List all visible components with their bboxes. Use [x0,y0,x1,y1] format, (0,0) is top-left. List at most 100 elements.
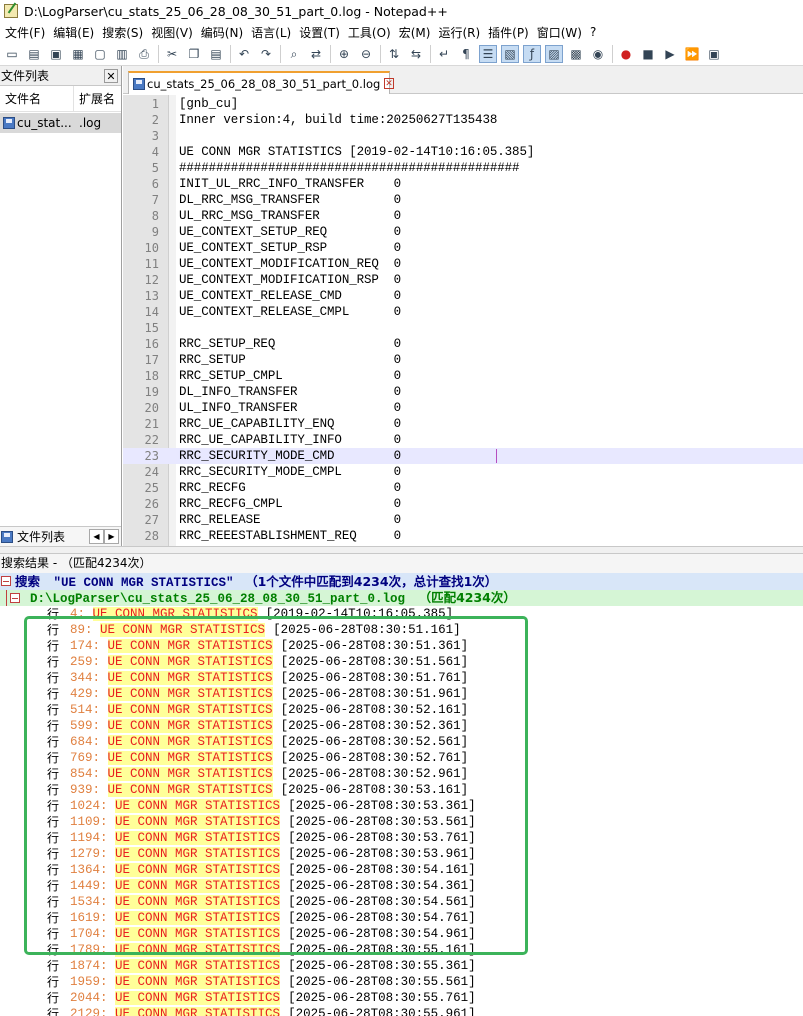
file-list-close-button[interactable]: ✕ [104,68,118,83]
stop-macro-icon[interactable]: ■ [639,45,657,63]
word-wrap-icon[interactable]: ↵ [435,45,453,63]
search-result-row[interactable]: 行 259: UE CONN MGR STATISTICS [2025-06-28T… [0,654,803,670]
search-result-row[interactable]: 行 1874: UE CONN MGR STATISTICS [2025-06-28… [0,958,803,974]
search-file-row[interactable]: D:\LogParser\cu_stats_25_06_28_08_30_51_… [0,590,803,606]
menu-item-7[interactable]: 工具(O) [347,24,398,41]
search-result-row[interactable]: 行 684: UE CONN MGR STATISTICS [2025-06-28T… [0,734,803,750]
code-line[interactable]: 18 RRC_SETUP_CMPL 0 [123,368,803,384]
menu-item-5[interactable]: 语言(L) [250,24,298,41]
copy-icon[interactable]: ❐ [185,45,203,63]
sync-horizontal-icon[interactable]: ⇆ [407,45,425,63]
close-all-icon[interactable]: ▥ [113,45,131,63]
search-result-row[interactable]: 行 1789: UE CONN MGR STATISTICS [2025-06-28… [0,942,803,958]
column-header-filename[interactable]: 文件名 [0,86,74,111]
cut-icon[interactable]: ✂ [163,45,181,63]
code-line[interactable]: 28 RRC_REEESTABLISHMENT_REQ 0 [123,528,803,544]
file-list-tab[interactable]: 文件列表 ◀ ▶ [0,526,121,546]
record-macro-icon[interactable]: ● [617,45,635,63]
find-icon[interactable]: ⌕ [285,45,303,63]
close-icon[interactable]: ▢ [91,45,109,63]
menu-item-3[interactable]: 视图(V) [150,24,200,41]
monitoring-icon[interactable]: ▩ [567,45,585,63]
code-line[interactable]: 17 RRC_SETUP 0 [123,352,803,368]
code-line[interactable]: 23 RRC_SECURITY_MODE_CMD 0 [123,448,803,464]
code-line[interactable]: 15 [123,320,803,336]
search-result-row[interactable]: 行 1364: UE CONN MGR STATISTICS [2025-06-28… [0,862,803,878]
document-tab[interactable]: cu_stats_25_06_28_08_30_51_part_0.log ✕ [128,71,394,94]
code-line[interactable]: 12 UE_CONTEXT_MODIFICATION_RSP 0 [123,272,803,288]
save-icon[interactable]: ▣ [47,45,65,63]
redo-icon[interactable]: ↷ [257,45,275,63]
menu-item-1[interactable]: 编辑(E) [52,24,101,41]
search-result-row[interactable]: 行 1619: UE CONN MGR STATISTICS [2025-06-28… [0,910,803,926]
menu-item-11[interactable]: 窗口(W) [536,24,589,41]
code-line[interactable]: 21 RRC_UE_CAPABILITY_ENQ 0 [123,416,803,432]
title-bar[interactable]: D:\LogParser\cu_stats_25_06_28_08_30_51_… [0,0,803,22]
search-result-row[interactable]: 行 1194: UE CONN MGR STATISTICS [2025-06-28… [0,830,803,846]
scroll-right-icon[interactable]: ▶ [104,529,119,544]
search-result-row[interactable]: 行 2129: UE CONN MGR STATISTICS [2025-06-28… [0,1006,803,1016]
code-line[interactable]: 24 RRC_SECURITY_MODE_CMPL 0 [123,464,803,480]
panel-splitter[interactable] [0,546,803,554]
zoom-out-icon[interactable]: ⊖ [357,45,375,63]
folder-workspace-icon[interactable]: ▨ [545,44,563,63]
menu-item-10[interactable]: 插件(P) [487,24,536,41]
save-macro-icon[interactable]: ▣ [705,45,723,63]
tab-close-icon[interactable]: ✕ [384,78,394,89]
menu-item-12[interactable]: ? [589,25,603,39]
code-line[interactable]: 10 UE_CONTEXT_SETUP_RSP 0 [123,240,803,256]
code-line[interactable]: 1 [gnb_cu] [123,96,803,112]
menu-item-6[interactable]: 设置(T) [298,24,347,41]
search-result-row[interactable]: 行 769: UE CONN MGR STATISTICS [2025-06-28T… [0,750,803,766]
code-line[interactable]: 13 UE_CONTEXT_RELEASE_CMD 0 [123,288,803,304]
code-line[interactable]: 4 UE CONN MGR STATISTICS [2019-02-14T10:1… [123,144,803,160]
code-line[interactable]: 19 DL_INFO_TRANSFER 0 [123,384,803,400]
search-result-row[interactable]: 行 1704: UE CONN MGR STATISTICS [2025-06-28… [0,926,803,942]
menu-item-2[interactable]: 搜索(S) [101,24,150,41]
menu-item-9[interactable]: 运行(R) [437,24,487,41]
save-all-icon[interactable]: ▦ [69,45,87,63]
doc-map-icon[interactable]: ▧ [501,44,519,63]
eye-icon[interactable]: ◉ [589,45,607,63]
search-result-row[interactable]: 行 1109: UE CONN MGR STATISTICS [2025-06-28… [0,814,803,830]
search-result-row[interactable]: 行 514: UE CONN MGR STATISTICS [2025-06-28T… [0,702,803,718]
code-line[interactable]: 26 RRC_RECFG_CMPL 0 [123,496,803,512]
sync-vertical-icon[interactable]: ⇅ [385,45,403,63]
code-line[interactable]: 7 DL_RRC_MSG_TRANSFER 0 [123,192,803,208]
code-line[interactable]: 6 INIT_UL_RRC_INFO_TRANSFER 0 [123,176,803,192]
search-result-row[interactable]: 行 599: UE CONN MGR STATISTICS [2025-06-28T… [0,718,803,734]
show-all-chars-icon[interactable]: ¶ [457,45,475,63]
file-list-item[interactable]: cu_stat... .log [0,113,121,133]
code-line[interactable]: 2 Inner version:4, build time:20250627T13… [123,112,803,128]
search-result-row[interactable]: 行 2044: UE CONN MGR STATISTICS [2025-06-28… [0,990,803,1006]
print-icon[interactable]: ⎙ [135,45,153,63]
fold-collapse-icon[interactable] [1,576,11,586]
search-result-row[interactable]: 行 89: UE CONN MGR STATISTICS [2025-06-28T0… [0,622,803,638]
code-line[interactable]: 22 RRC_UE_CAPABILITY_INFO 0 [123,432,803,448]
search-result-row[interactable]: 行 1534: UE CONN MGR STATISTICS [2025-06-28… [0,894,803,910]
code-area[interactable]: 1 [gnb_cu] 2 Inner version:4, build time:20… [123,96,803,544]
replace-icon[interactable]: ⇄ [307,45,325,63]
menu-item-8[interactable]: 宏(M) [398,24,438,41]
code-line[interactable]: 9 UE_CONTEXT_SETUP_REQ 0 [123,224,803,240]
zoom-in-icon[interactable]: ⊕ [335,45,353,63]
scroll-left-icon[interactable]: ◀ [89,529,104,544]
search-summary-row[interactable]: 搜索 "UE CONN MGR STATISTICS" （1个文件中匹配到423… [0,573,803,590]
paste-icon[interactable]: ▤ [207,45,225,63]
code-line[interactable]: 20 UL_INFO_TRANSFER 0 [123,400,803,416]
undo-icon[interactable]: ↶ [235,45,253,63]
code-line[interactable]: 8 UL_RRC_MSG_TRANSFER 0 [123,208,803,224]
search-result-row[interactable]: 行 1959: UE CONN MGR STATISTICS [2025-06-28… [0,974,803,990]
code-line[interactable]: 27 RRC_RELEASE 0 [123,512,803,528]
search-result-row[interactable]: 行 344: UE CONN MGR STATISTICS [2025-06-28T… [0,670,803,686]
search-result-row[interactable]: 行 4: UE CONN MGR STATISTICS [2019-02-14T10… [0,606,803,622]
open-file-icon[interactable]: ▤ [25,45,43,63]
search-result-row[interactable]: 行 1024: UE CONN MGR STATISTICS [2025-06-28… [0,798,803,814]
menu-item-0[interactable]: 文件(F) [4,24,52,41]
code-line[interactable]: 14 UE_CONTEXT_RELEASE_CMPL 0 [123,304,803,320]
search-result-row[interactable]: 行 429: UE CONN MGR STATISTICS [2025-06-28T… [0,686,803,702]
search-result-row[interactable]: 行 939: UE CONN MGR STATISTICS [2025-06-28T… [0,782,803,798]
code-line[interactable]: 5 #######################################… [123,160,803,176]
code-line[interactable]: 3 [123,128,803,144]
search-result-row[interactable]: 行 1279: UE CONN MGR STATISTICS [2025-06-28… [0,846,803,862]
